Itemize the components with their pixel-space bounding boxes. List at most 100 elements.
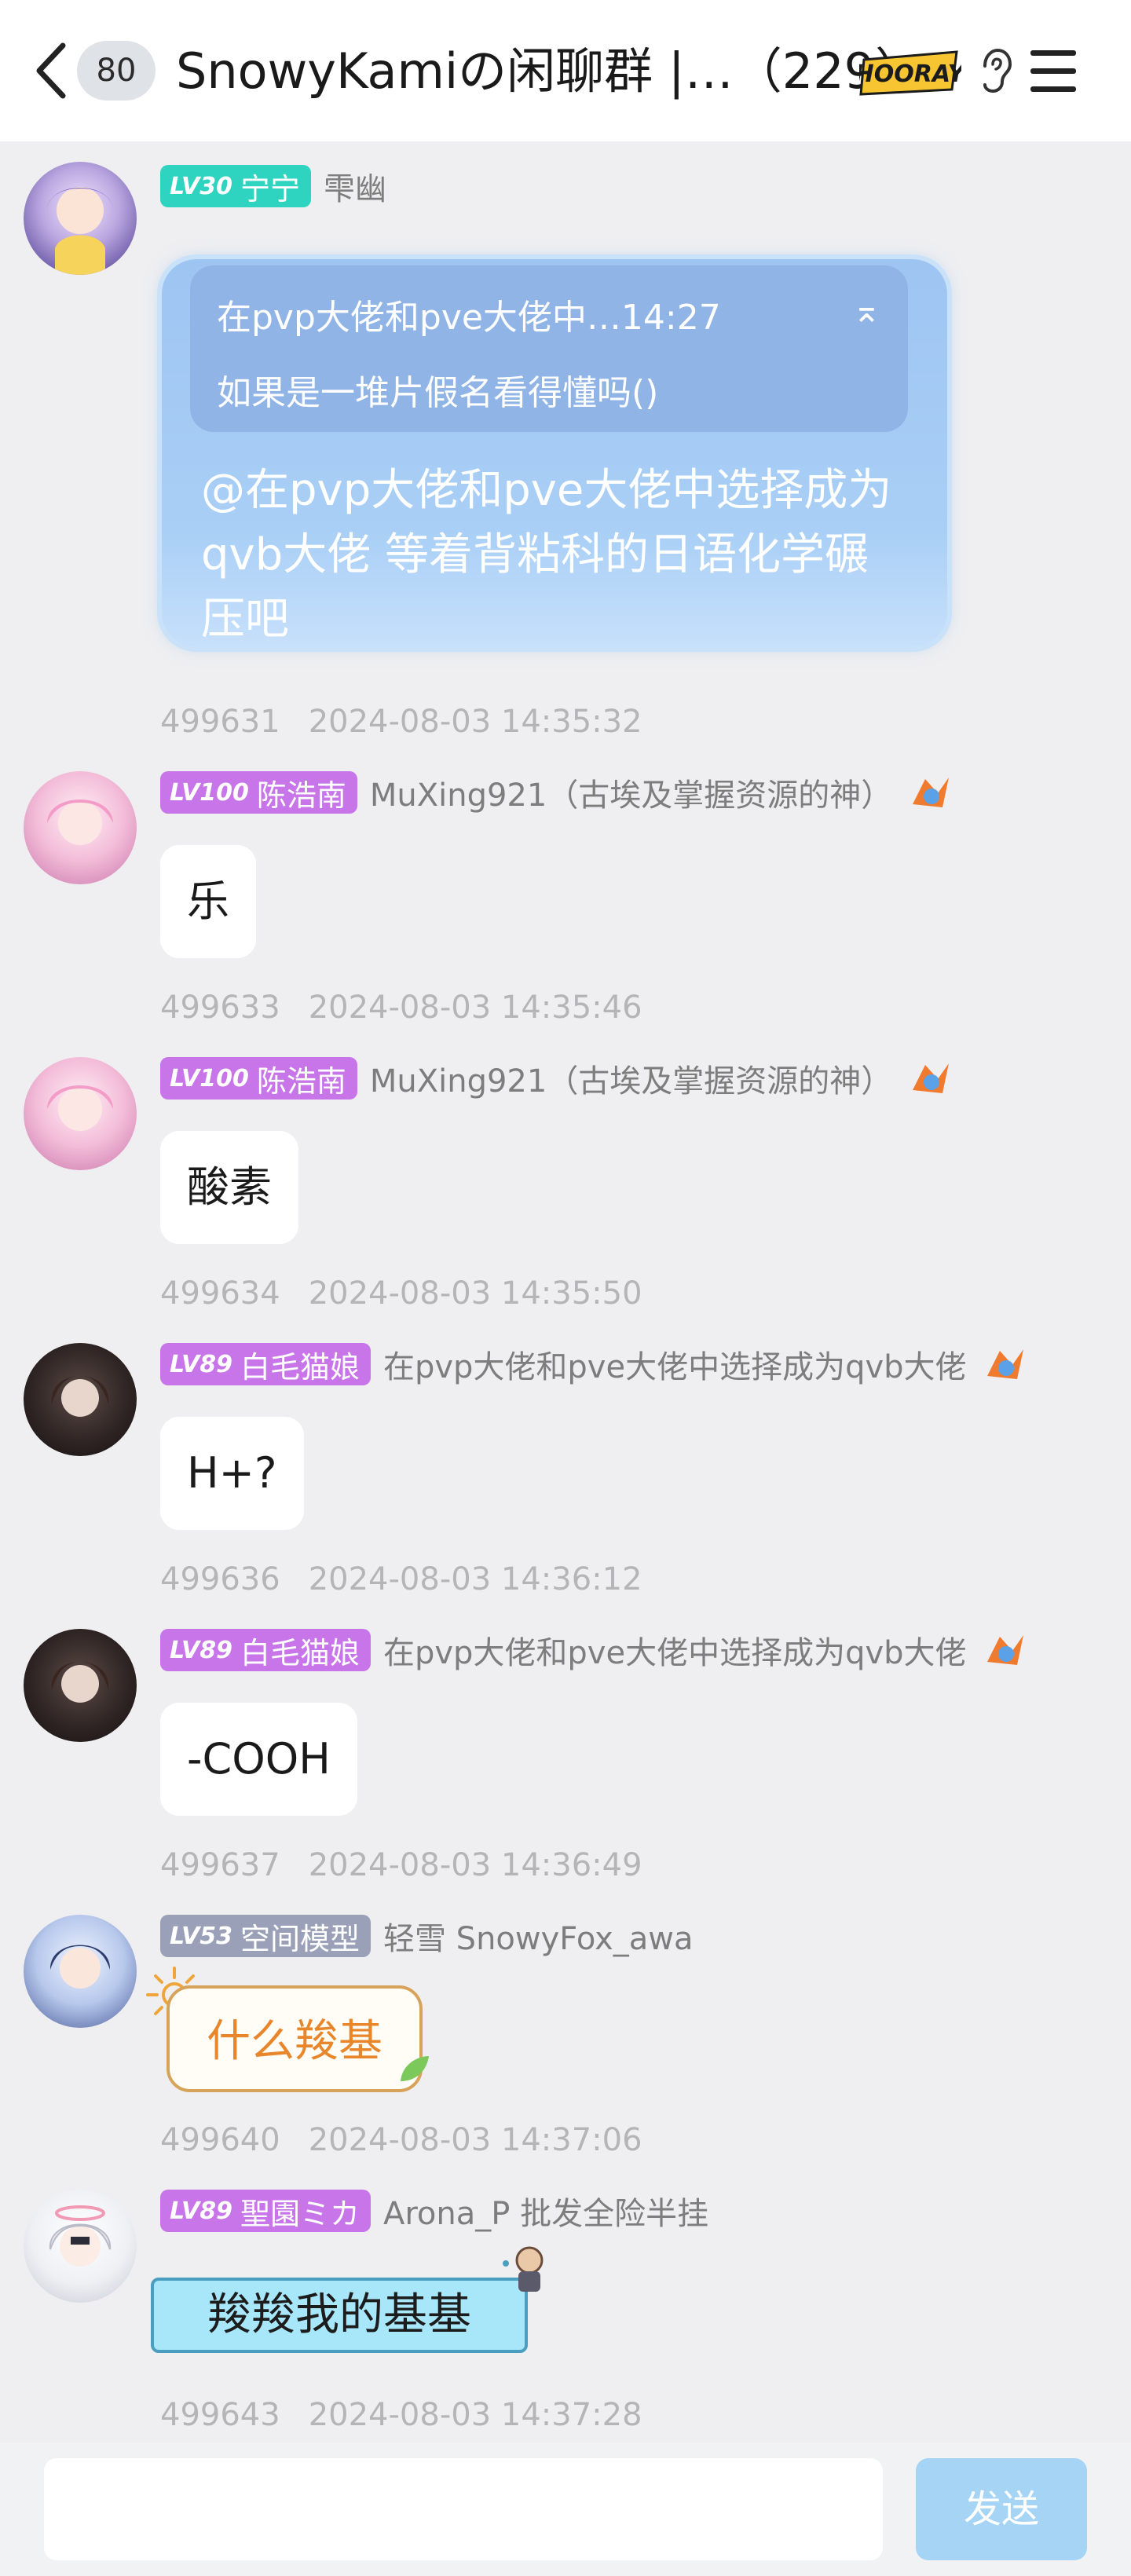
message-meta: 499643 2024-08-03 14:37:28: [160, 2397, 642, 2433]
avatar-image: [51, 1662, 109, 1703]
avatar[interactable]: [24, 1629, 137, 1742]
level-text: LV89: [170, 2197, 232, 2225]
chevron-left-icon: [36, 42, 66, 99]
message-bubble[interactable]: 在pvp大佬和pve大佬中…14:27 ⌅ 如果是一堆片假名看得懂吗() @在p…: [162, 259, 947, 647]
level-badge: LV89 聖園ミカ: [160, 2190, 371, 2232]
level-text: LV89: [170, 1636, 232, 1664]
avatar-image: [51, 1376, 109, 1417]
avatar[interactable]: [24, 1915, 137, 2028]
avatar-image: [47, 187, 113, 275]
group-title: 宁宁: [240, 171, 300, 207]
message-input[interactable]: [44, 2458, 883, 2560]
quote-header: 在pvp大佬和pve大佬中…14:27: [217, 298, 721, 338]
message-bubble[interactable]: 酸素: [160, 1131, 298, 1244]
message-id: 499640: [160, 2122, 280, 2158]
leaf-decoration-icon: [401, 2056, 429, 2081]
level-badge: LV30 宁宁: [160, 165, 311, 207]
sender-info: LV30 宁宁 雫幽: [160, 165, 386, 207]
level-badge: LV100 陈浩南: [160, 771, 357, 814]
message-time: 2024-08-03 14:37:06: [308, 2122, 642, 2158]
level-badge: LV89 白毛猫娘: [160, 1629, 371, 1671]
unread-count-badge[interactable]: 80: [77, 41, 156, 101]
sender-info: LV100 陈浩南 MuXing921（古埃及掌握资源的神）: [160, 1057, 953, 1100]
sender-nickname[interactable]: 轻雪 SnowyFox_awa: [383, 1913, 694, 1959]
avatar[interactable]: [24, 1057, 137, 1170]
sender-nickname[interactable]: 在pvp大佬和pve大佬中选择成为qvb大佬: [383, 1341, 967, 1387]
sender-nickname[interactable]: MuXing921（古埃及掌握资源的神）: [370, 770, 892, 815]
message-time: 2024-08-03 14:35:46: [308, 990, 642, 1026]
avatar[interactable]: [24, 162, 137, 275]
avatar-image: [49, 1945, 111, 1989]
message-meta: 499640 2024-08-03 14:37:06: [160, 2122, 642, 2158]
message-id: 499637: [160, 1847, 280, 1883]
hooray-badge-icon: HOORAY: [859, 50, 961, 96]
sender-nickname[interactable]: 雫幽: [324, 163, 386, 209]
message-id: 499636: [160, 1561, 280, 1597]
message-bubble[interactable]: 乐: [160, 845, 256, 958]
message-meta: 499636 2024-08-03 14:36:12: [160, 1561, 642, 1597]
level-text: LV100: [170, 1064, 249, 1092]
avatar[interactable]: [24, 1343, 137, 1456]
message-time: 2024-08-03 14:35:50: [308, 1275, 642, 1312]
level-badge: LV53 空间模型: [160, 1915, 371, 1957]
avatar[interactable]: [24, 771, 137, 884]
message-id: 499633: [160, 990, 280, 1026]
avatar-image: [47, 1085, 113, 1131]
medal-icon: [913, 778, 950, 807]
group-title: 陈浩南: [256, 1063, 346, 1099]
message-id: 499634: [160, 1275, 280, 1312]
level-text: LV53: [170, 1922, 232, 1950]
message-id: 499631: [160, 704, 280, 740]
level-text: LV89: [170, 1350, 232, 1378]
message-meta: 499633 2024-08-03 14:35:46: [160, 990, 642, 1026]
chat-title[interactable]: SnowyKamiの闲聊群 |…（229）: [176, 36, 924, 107]
sender-info: LV89 白毛猫娘 在pvp大佬和pve大佬中选择成为qvb大佬: [160, 1629, 1028, 1671]
quote-text: 如果是一堆片假名看得懂吗(): [217, 373, 659, 413]
message-bubble[interactable]: 羧羧我的基基: [151, 2278, 528, 2353]
message-bubble[interactable]: -COOH: [160, 1703, 357, 1816]
message-bubble[interactable]: 什么羧基: [167, 1985, 423, 2092]
group-title: 白毛猫娘: [240, 1349, 360, 1385]
message-text: @在pvp大佬和pve大佬中选择成为qvb大佬 等着背粘科的日语化学碾压吧: [201, 465, 892, 645]
message-meta: 499634 2024-08-03 14:35:50: [160, 1275, 642, 1312]
collapse-arrow-icon[interactable]: ⌅: [852, 291, 881, 331]
medal-icon: [986, 1349, 1023, 1379]
message-composer: 发送: [0, 2442, 1131, 2576]
send-button[interactable]: 发送: [916, 2458, 1087, 2560]
medal-icon: [986, 1635, 1023, 1665]
avatar-image: [47, 800, 113, 845]
group-title: 空间模型: [240, 1921, 360, 1956]
message-time: 2024-08-03 14:36:12: [308, 1561, 642, 1597]
level-badge: LV100 陈浩南: [160, 1057, 357, 1100]
group-title: 聖園ミカ: [240, 2196, 360, 2231]
quoted-reply[interactable]: 在pvp大佬和pve大佬中…14:27 ⌅ 如果是一堆片假名看得懂吗(): [190, 265, 908, 432]
sender-info: LV89 白毛猫娘 在pvp大佬和pve大佬中选择成为qvb大佬: [160, 1343, 1028, 1385]
sender-nickname[interactable]: Arona_P 批发全险半挂: [383, 2188, 708, 2234]
svg-text:HOORAY: HOORAY: [859, 60, 961, 88]
sender-info: LV100 陈浩南 MuXing921（古埃及掌握资源的神）: [160, 771, 953, 814]
group-title: 陈浩南: [256, 778, 346, 813]
message-meta: 499637 2024-08-03 14:36:49: [160, 1847, 642, 1883]
message-time: 2024-08-03 14:35:32: [308, 704, 642, 740]
back-button[interactable]: [28, 31, 75, 110]
group-title: 白毛猫娘: [240, 1635, 360, 1670]
sender-info: LV53 空间模型 轻雪 SnowyFox_awa: [160, 1915, 694, 1957]
message-time: 2024-08-03 14:36:49: [308, 1847, 642, 1883]
medal-icon: [913, 1063, 950, 1093]
ear-icon[interactable]: [979, 47, 1013, 96]
sender-nickname[interactable]: 在pvp大佬和pve大佬中选择成为qvb大佬: [383, 1627, 967, 1673]
message-id: 499643: [160, 2397, 280, 2433]
message-time: 2024-08-03 14:37:28: [308, 2397, 642, 2433]
message-bubble[interactable]: H+?: [160, 1417, 304, 1530]
level-text: LV100: [170, 778, 249, 807]
message-meta: 499631 2024-08-03 14:35:32: [160, 704, 642, 740]
menu-icon[interactable]: [1026, 44, 1081, 99]
level-text: LV30: [170, 172, 232, 200]
sender-info: LV89 聖園ミカ Arona_P 批发全险半挂: [160, 2190, 708, 2232]
character-decoration-icon: [503, 2246, 544, 2292]
level-badge: LV89 白毛猫娘: [160, 1343, 371, 1385]
sender-nickname[interactable]: MuXing921（古埃及掌握资源的神）: [370, 1056, 892, 1101]
avatar-image: [49, 2205, 112, 2267]
avatar[interactable]: [24, 2190, 137, 2303]
chat-header: 80 SnowyKamiの闲聊群 |…（229） HOORAY: [0, 0, 1131, 141]
